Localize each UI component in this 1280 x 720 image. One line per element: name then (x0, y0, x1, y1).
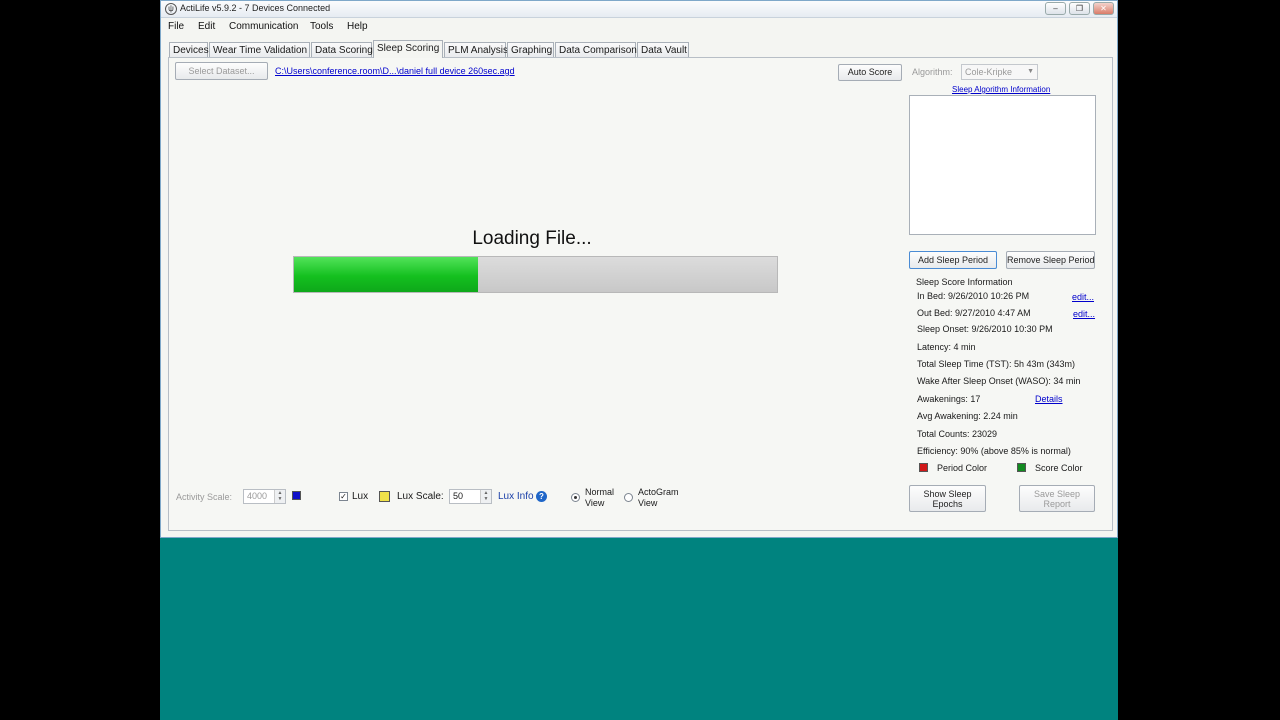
lux-info-link[interactable]: Lux Info (498, 491, 534, 502)
out-bed-value: Out Bed: 9/27/2010 4:47 AM (917, 308, 1031, 318)
menu-bar: File Edit Communication Tools Help (161, 18, 1117, 36)
help-icon[interactable]: ? (536, 491, 547, 502)
menu-tools[interactable]: Tools (310, 21, 333, 32)
chevron-down-icon: ▼ (1027, 68, 1034, 75)
in-bed-value: In Bed: 9/26/2010 10:26 PM (917, 291, 1030, 301)
edit-out-bed-link[interactable]: edit... (1073, 309, 1095, 319)
window-title: ActiLife v5.9.2 - 7 Devices Connected (180, 3, 331, 13)
tab-devices[interactable]: Devices (169, 42, 209, 57)
period-color-label: Period Color (937, 463, 988, 473)
remove-sleep-period-button[interactable]: Remove Sleep Period (1006, 251, 1095, 269)
activity-color-swatch[interactable] (292, 491, 301, 500)
latency-value: Latency: 4 min (917, 342, 976, 352)
actilife-icon: ψ (165, 3, 177, 15)
restore-button[interactable]: ❐ (1069, 2, 1090, 15)
lux-scale-stepper[interactable]: 50 ▲ ▼ (449, 489, 492, 504)
menu-file[interactable]: File (168, 21, 184, 32)
dataset-path-link[interactable]: C:\Users\conference.room\D...\daniel ful… (275, 66, 515, 76)
add-sleep-period-button[interactable]: Add Sleep Period (909, 251, 997, 269)
tab-plm-analysis[interactable]: PLM Analysis (444, 42, 508, 57)
auto-score-button[interactable]: Auto Score (838, 64, 902, 81)
lux-checkbox[interactable]: ✓ (339, 492, 348, 501)
lux-label: Lux (352, 491, 369, 502)
tab-wear-time-validation[interactable]: Wear Time Validation (209, 42, 310, 57)
total-counts-value: Total Counts: 23029 (917, 429, 998, 439)
menu-communication[interactable]: Communication (229, 21, 298, 32)
sleep-algorithm-info-link[interactable]: Sleep Algorithm Information (952, 85, 1050, 94)
normal-view-label: Normal View (585, 487, 615, 508)
select-dataset-button[interactable]: Select Dataset... (175, 62, 268, 80)
actogram-view-radio[interactable] (624, 493, 633, 502)
waso-value: Wake After Sleep Onset (WASO): 34 min (917, 376, 1081, 386)
algorithm-select[interactable]: Cole-Kripke ▼ (961, 64, 1038, 80)
algorithm-info-box (909, 95, 1096, 235)
period-color-swatch[interactable] (919, 463, 928, 472)
awakenings-value: Awakenings: 17 (917, 394, 981, 404)
minimize-button[interactable]: – (1045, 2, 1066, 15)
tab-sleep-scoring[interactable]: Sleep Scoring (373, 40, 443, 58)
show-sleep-epochs-button[interactable]: Show Sleep Epochs (909, 485, 986, 512)
tab-data-vault[interactable]: Data Vault (637, 42, 689, 57)
algorithm-value: Cole-Kripke (965, 67, 1013, 77)
sleep-onset-value: Sleep Onset: 9/26/2010 10:30 PM (917, 324, 1053, 334)
score-color-swatch[interactable] (1017, 463, 1026, 472)
activity-scale-stepper[interactable]: 4000 ▲ ▼ (243, 489, 286, 504)
close-button[interactable]: ✕ (1093, 2, 1114, 15)
edit-in-bed-link[interactable]: edit... (1072, 292, 1094, 302)
menu-help[interactable]: Help (347, 21, 368, 32)
efficiency-value: Efficiency: 90% (above 85% is normal) (917, 446, 1071, 456)
score-info-heading: Sleep Score Information (916, 277, 1013, 287)
lux-scale-label: Lux Scale: (397, 491, 444, 502)
progress-fill (294, 257, 478, 292)
activity-scale-label: Activity Scale: (176, 492, 233, 502)
tab-data-comparison[interactable]: Data Comparison (555, 42, 637, 57)
score-color-label: Score Color (1035, 463, 1083, 473)
title-bar: ψ ActiLife v5.9.2 - 7 Devices Connected … (161, 1, 1117, 18)
activity-scale-value: 4000 (247, 491, 268, 501)
loading-text: Loading File... (472, 228, 592, 249)
stepper-arrows-icon[interactable]: ▲ ▼ (274, 490, 285, 503)
save-sleep-report-button[interactable]: Save Sleep Report (1019, 485, 1095, 512)
lux-color-swatch[interactable] (379, 491, 390, 502)
normal-view-radio[interactable] (571, 493, 580, 502)
desktop-background (160, 538, 1118, 720)
algorithm-label: Algorithm: (912, 67, 953, 77)
tab-data-scoring[interactable]: Data Scoring (311, 42, 373, 57)
stepper-arrows-icon[interactable]: ▲ ▼ (480, 490, 491, 503)
lux-scale-value: 50 (453, 491, 464, 501)
awakenings-details-link[interactable]: Details (1035, 394, 1063, 404)
tab-graphing[interactable]: Graphing (507, 42, 554, 57)
loading-progress-bar (293, 256, 778, 293)
menu-edit[interactable]: Edit (198, 21, 215, 32)
avg-awakening-value: Avg Awakening: 2.24 min (917, 411, 1018, 421)
tst-value: Total Sleep Time (TST): 5h 43m (343m) (917, 359, 1076, 369)
actogram-view-label: ActoGram View (638, 487, 679, 508)
